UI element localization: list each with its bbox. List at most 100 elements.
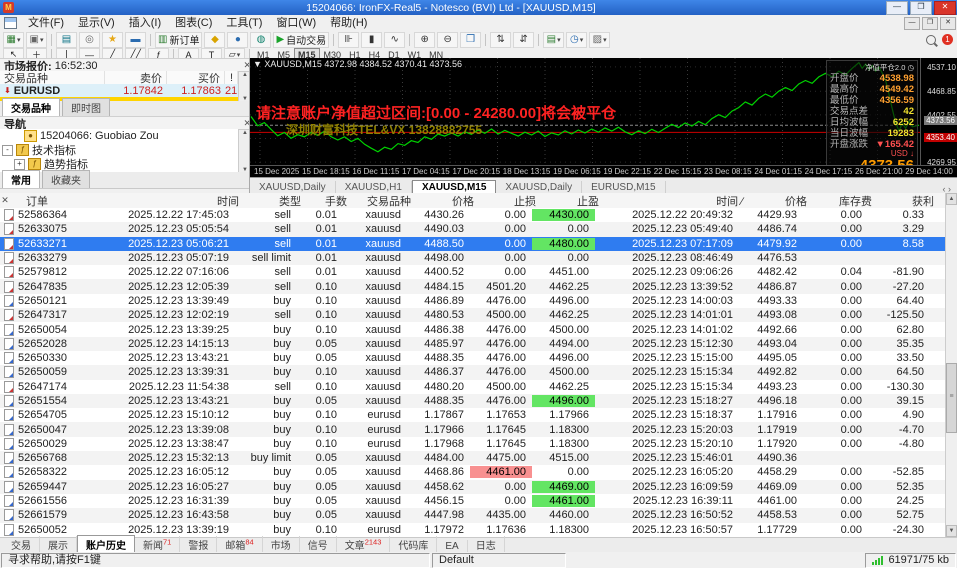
market-watch-tab-即时图[interactable]: 即时图	[62, 98, 110, 116]
navigator-button[interactable]: ★	[102, 31, 123, 48]
scroll-up-icon[interactable]: ▲	[946, 193, 957, 205]
order-row[interactable]: 52650047 2025.12.23 13:39:08 buy 0.10 eurusd…	[0, 422, 945, 437]
search-icon[interactable]	[926, 34, 936, 45]
orders-col-7[interactable]: 止盈	[542, 193, 605, 209]
arrange-down-button[interactable]: ⇵	[513, 31, 535, 48]
terminal-tab-文章[interactable]: 文章2143	[337, 536, 391, 553]
indicators-button[interactable]: ▤ ▾	[543, 31, 565, 48]
orders-col-10[interactable]: 库存费	[813, 193, 878, 209]
orders-col-3[interactable]: 手数	[307, 193, 353, 209]
metaeditor-button[interactable]: ◆	[204, 31, 226, 48]
expander-icon[interactable]: -	[2, 144, 13, 156]
navigator-tab-常用[interactable]: 常用	[2, 170, 40, 188]
chart-plot-area[interactable]: ▼ XAUUSD,M15 4372.98 4384.52 4370.41 437…	[250, 58, 920, 165]
order-row[interactable]: 52650121 2025.12.23 13:39:49 buy 0.10 xauusd…	[0, 294, 945, 308]
chart-window[interactable]: ▼ XAUUSD,M15 4372.98 4384.52 4370.41 437…	[250, 58, 957, 193]
orders-col-0[interactable]: 订单	[10, 193, 105, 209]
arrange-up-button[interactable]: ⇅	[490, 31, 512, 48]
candlestick-button[interactable]: ▮	[361, 31, 383, 48]
orders-col-6[interactable]: 止损	[480, 193, 542, 209]
orders-scrollbar[interactable]: ▲ ≡ ▼	[945, 193, 957, 537]
mw-column-1[interactable]: 卖价	[105, 71, 167, 85]
profiles-button[interactable]: ▣ ▾	[26, 31, 47, 48]
zoom-out-button[interactable]: ⊖	[437, 31, 459, 48]
order-row[interactable]: 52579812 2025.12.22 07:16:06 sell 0.01 xauus…	[0, 265, 945, 279]
terminal-tab-信号[interactable]: 信号	[300, 536, 337, 553]
status-profile[interactable]: Default	[432, 552, 566, 568]
child-close-button[interactable]: ✕	[940, 16, 956, 30]
order-row[interactable]: 52647174 2025.12.23 11:54:38 sell 0.10 xauus…	[0, 380, 945, 394]
menu-文件(F)[interactable]: 文件(F)	[21, 15, 71, 31]
order-row[interactable]: 52650054 2025.12.23 13:39:25 buy 0.10 xauusd…	[0, 322, 945, 336]
menu-图表(C)[interactable]: 图表(C)	[168, 15, 219, 31]
orders-col-11[interactable]: 获利	[878, 193, 940, 209]
order-row[interactable]: 52647317 2025.12.23 12:02:19 sell 0.10 xauus…	[0, 308, 945, 323]
order-row[interactable]: 52633279 2025.12.23 05:07:19 sell limit 0.0…	[0, 250, 945, 266]
market-watch-tab-交易品种[interactable]: 交易品种	[2, 98, 60, 116]
order-row[interactable]: 52650029 2025.12.23 13:38:47 buy 0.10 eurusd…	[0, 437, 945, 451]
mql5-button[interactable]: ◍	[250, 31, 272, 48]
navigator-item[interactable]: - ƒ 技术指标	[0, 143, 238, 157]
time-axis[interactable]: 15 Dec 2025 15 Dec 18:15 16 Dec 11:15 17 De…	[250, 165, 957, 177]
order-row[interactable]: 52633271 2025.12.23 05:06:21 sell 0.01 xauus…	[0, 236, 945, 251]
menu-窗口(W)[interactable]: 窗口(W)	[269, 15, 323, 31]
terminal-tab-展示[interactable]: 展示	[40, 536, 77, 553]
orders-col-5[interactable]: 价格	[417, 193, 480, 209]
order-row[interactable]: 52656768 2025.12.23 15:32:13 buy limit 0.05…	[0, 451, 945, 466]
orders-col-9[interactable]: 价格	[749, 193, 813, 209]
terminal-close-icon[interactable]: ✕	[0, 195, 10, 206]
mw-column-0[interactable]: 交易品种	[0, 71, 105, 85]
order-row[interactable]: 52661556 2025.12.23 16:31:39 buy 0.05 xauusd…	[0, 494, 945, 508]
market-watch-row-eurusd[interactable]: ⬇ EURUSD 1.17842 1.17863 21	[0, 84, 238, 97]
order-row[interactable]: 52651554 2025.12.23 13:43:21 buy 0.05 xauusd…	[0, 393, 945, 409]
scroll-thumb[interactable]: ≡	[946, 363, 957, 433]
chevron-down-icon[interactable]: ▾	[557, 36, 561, 44]
bar-chart-button[interactable]: ⊪	[338, 31, 360, 48]
terminal-tab-日志[interactable]: 日志	[468, 536, 505, 553]
child-restore-button[interactable]: ❐	[922, 16, 938, 30]
expander-icon[interactable]: +	[14, 158, 25, 170]
terminal-tab-邮箱[interactable]: 邮箱84	[217, 536, 263, 553]
new-order-button[interactable]: ▥ 新订单	[155, 31, 203, 48]
navigator-tab-收藏夹[interactable]: 收藏夹	[42, 170, 90, 188]
mw-column-3[interactable]: !	[225, 71, 238, 84]
order-row[interactable]: 52650330 2025.12.23 13:43:21 buy 0.05 xauusd…	[0, 351, 945, 365]
mw-column-2[interactable]: 买价	[167, 71, 225, 85]
chevron-down-icon[interactable]: ▾	[580, 36, 584, 44]
notification-badge[interactable]: 1	[942, 34, 953, 45]
menu-插入(I)[interactable]: 插入(I)	[122, 15, 168, 31]
orders-col-4[interactable]: 交易品种	[353, 193, 417, 209]
order-row[interactable]: 52633075 2025.12.23 05:05:54 sell 0.01 xauus…	[0, 222, 945, 237]
data-window-button[interactable]: ◎	[79, 31, 100, 48]
autotrading-button[interactable]: ▶ 自动交易	[273, 31, 330, 48]
terminal-button[interactable]: ▬	[125, 31, 146, 48]
order-row[interactable]: 52652028 2025.12.23 14:15:13 buy 0.05 xauusd…	[0, 336, 945, 351]
orders-col-1[interactable]: 时间	[105, 193, 245, 209]
zoom-in-button[interactable]: ⊕	[414, 31, 436, 48]
new-chart-button[interactable]: ▦ ▾	[3, 31, 24, 48]
chevron-down-icon[interactable]: ▾	[40, 36, 44, 44]
chevron-down-icon[interactable]: ▾	[603, 36, 607, 44]
menu-显示(V)[interactable]: 显示(V)	[71, 15, 122, 31]
maximize-button[interactable]: ❐	[910, 0, 932, 15]
order-row[interactable]: 52650052 2025.12.23 13:39:19 buy 0.10 eurusd…	[0, 523, 945, 537]
order-row[interactable]: 52650059 2025.12.23 13:39:31 buy 0.10 xauusd…	[0, 365, 945, 380]
order-row[interactable]: 52647835 2025.12.23 12:05:39 sell 0.10 xauus…	[0, 279, 945, 294]
minimize-button[interactable]: —	[886, 0, 908, 15]
order-row[interactable]: 52654705 2025.12.23 15:10:12 buy 0.10 eurusd…	[0, 408, 945, 422]
periods-button[interactable]: ◷ ▾	[566, 31, 588, 48]
community-button[interactable]: ●	[227, 31, 249, 48]
terminal-tab-交易[interactable]: 交易	[3, 536, 40, 553]
tile-windows-button[interactable]: ❒	[460, 31, 482, 48]
menu-帮助(H)[interactable]: 帮助(H)	[323, 15, 374, 31]
order-row[interactable]: 52661579 2025.12.23 16:43:58 buy 0.05 xauusd…	[0, 508, 945, 523]
terminal-tab-账户历史[interactable]: 账户历史	[77, 535, 135, 553]
terminal-tab-新闻[interactable]: 新闻71	[135, 536, 181, 553]
navigator-item[interactable]: ● 15204066: Guobiao Zou	[0, 129, 238, 143]
child-minimize-button[interactable]: —	[904, 16, 920, 30]
terminal-tab-代码库[interactable]: 代码库	[390, 536, 438, 553]
market-watch-button[interactable]: ▤	[56, 31, 77, 48]
order-row[interactable]: 52659447 2025.12.23 16:05:27 buy 0.05 xauusd…	[0, 479, 945, 494]
navigator-item[interactable]: + ƒ 趋势指标	[0, 157, 238, 171]
chart-window-icon[interactable]	[4, 17, 17, 29]
